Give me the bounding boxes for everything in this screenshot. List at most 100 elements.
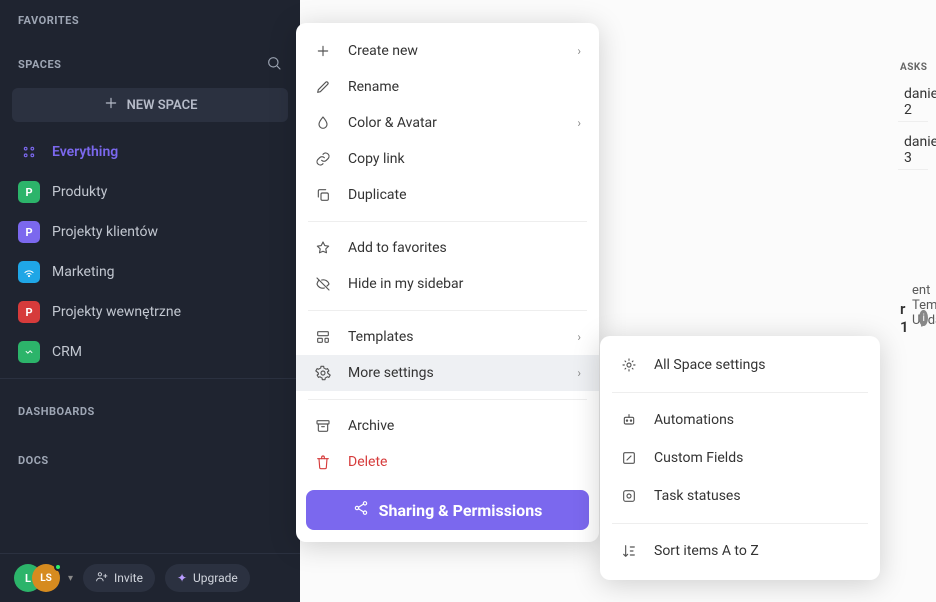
plus-icon — [314, 43, 332, 59]
status-icon — [620, 488, 638, 504]
menu-label: Delete — [348, 454, 387, 470]
menu-hide-sidebar[interactable]: Hide in my sidebar — [296, 266, 599, 302]
menu-label: Copy link — [348, 151, 405, 167]
link-icon — [314, 151, 332, 167]
info-icon[interactable]: i — [919, 310, 928, 326]
sidebar-item-crm[interactable]: CRM — [0, 332, 300, 372]
task-name: danie 2 — [904, 86, 936, 118]
submenu-custom-fields[interactable]: Custom Fields — [600, 439, 880, 477]
edit-square-icon — [620, 450, 638, 466]
submenu-task-statuses[interactable]: Task statuses — [600, 477, 880, 515]
task-row[interactable]: danie 3 — [898, 130, 928, 170]
dashboards-section-label: DASHBOARDS — [0, 385, 300, 426]
sidebar-item-projekty-wewnetrzne[interactable]: P Projekty wewnętrzne — [0, 292, 300, 332]
menu-archive[interactable]: Archive — [296, 408, 599, 444]
chevron-down-icon[interactable]: ▾ — [68, 573, 73, 584]
menu-label: Sharing & Permissions — [379, 501, 543, 520]
gear-icon — [314, 365, 332, 381]
robot-icon — [620, 412, 638, 428]
invite-button[interactable]: Invite — [83, 564, 155, 592]
sidebar-item-label: Produkty — [52, 184, 107, 200]
docs-section-label: DOCS — [0, 426, 300, 475]
tier-row: r 1 i + NEW TASK — [900, 300, 936, 336]
menu-label: Custom Fields — [654, 450, 743, 466]
menu-delete[interactable]: Delete — [296, 444, 599, 480]
upgrade-label: Upgrade — [193, 571, 238, 585]
pencil-icon — [314, 79, 332, 95]
menu-label: Color & Avatar — [348, 115, 437, 131]
chevron-right-icon: › — [577, 366, 581, 380]
user-plus-icon — [95, 570, 108, 586]
menu-label: More settings — [348, 365, 434, 381]
menu-separator — [612, 392, 868, 393]
handshake-icon — [18, 341, 40, 363]
menu-separator — [612, 523, 868, 524]
share-icon — [353, 500, 369, 520]
divider — [0, 378, 300, 379]
menu-duplicate[interactable]: Duplicate — [296, 177, 599, 213]
submenu-all-space-settings[interactable]: All Space settings — [600, 346, 880, 384]
task-name: danie 3 — [904, 134, 936, 166]
space-letter-icon: P — [18, 301, 40, 323]
user-avatar-group[interactable]: L LS — [14, 564, 58, 592]
menu-rename[interactable]: Rename — [296, 69, 599, 105]
menu-label: Rename — [348, 79, 399, 95]
menu-label: Duplicate — [348, 187, 407, 203]
menu-separator — [308, 399, 587, 400]
favorites-section-label: FAVORITES — [0, 0, 300, 35]
sidebar-item-projekty-klientow[interactable]: P Projekty klientów — [0, 212, 300, 252]
presence-dot — [54, 563, 62, 571]
chevron-right-icon: › — [577, 44, 581, 58]
gear-icon — [620, 357, 638, 373]
search-icon[interactable] — [266, 55, 282, 74]
tier-label: r 1 — [900, 300, 909, 336]
sidebar: FAVORITES SPACES NEW SPACE Everything P … — [0, 0, 300, 602]
duplicate-icon — [314, 187, 332, 203]
submenu-sort-az[interactable]: Sort items A to Z — [600, 532, 880, 570]
menu-label: Hide in my sidebar — [348, 276, 463, 292]
star-icon — [314, 240, 332, 256]
upgrade-button[interactable]: ✦ Upgrade — [165, 564, 250, 592]
menu-label: Archive — [348, 418, 394, 434]
space-context-menu: Create new › Rename Color & Avatar › Cop… — [296, 23, 599, 542]
archive-icon — [314, 418, 332, 434]
sidebar-item-label: Projekty wewnętrzne — [52, 304, 181, 320]
new-space-label: NEW SPACE — [127, 98, 198, 113]
menu-color-avatar[interactable]: Color & Avatar › — [296, 105, 599, 141]
new-space-button[interactable]: NEW SPACE — [12, 88, 288, 122]
sparkle-icon: ✦ — [177, 571, 187, 585]
space-letter-icon: P — [18, 181, 40, 203]
sidebar-item-marketing[interactable]: Marketing — [0, 252, 300, 292]
menu-more-settings[interactable]: More settings › — [296, 355, 599, 391]
plus-icon — [103, 95, 119, 115]
menu-copy-link[interactable]: Copy link — [296, 141, 599, 177]
menu-label: Create new — [348, 43, 418, 59]
menu-label: Automations — [654, 412, 734, 428]
more-settings-submenu: All Space settings Automations Custom Fi… — [600, 336, 880, 580]
eye-off-icon — [314, 276, 332, 292]
menu-add-favorites[interactable]: Add to favorites — [296, 230, 599, 266]
spaces-section-label: SPACES — [18, 58, 61, 71]
sharing-permissions-button[interactable]: Sharing & Permissions — [306, 490, 589, 530]
sidebar-item-label: CRM — [52, 344, 82, 360]
menu-label: Add to favorites — [348, 240, 447, 256]
sidebar-item-everything[interactable]: Everything — [0, 132, 300, 172]
droplet-icon — [314, 115, 332, 131]
template-icon — [314, 329, 332, 345]
everything-icon — [18, 141, 40, 163]
menu-label: Templates — [348, 329, 414, 345]
menu-create-new[interactable]: Create new › — [296, 33, 599, 69]
task-row[interactable]: danie 2 2 — [898, 82, 928, 122]
trash-icon — [314, 454, 332, 470]
submenu-automations[interactable]: Automations — [600, 401, 880, 439]
invite-label: Invite — [114, 571, 143, 585]
chevron-right-icon: › — [577, 116, 581, 130]
menu-separator — [308, 221, 587, 222]
sidebar-item-label: Everything — [52, 144, 118, 160]
menu-label: All Space settings — [654, 357, 765, 373]
space-letter-icon: P — [18, 221, 40, 243]
menu-templates[interactable]: Templates › — [296, 319, 599, 355]
menu-label: Sort items A to Z — [654, 543, 759, 559]
sidebar-item-produkty[interactable]: P Produkty — [0, 172, 300, 212]
subtasks-column-label: ASKS — [900, 62, 927, 73]
